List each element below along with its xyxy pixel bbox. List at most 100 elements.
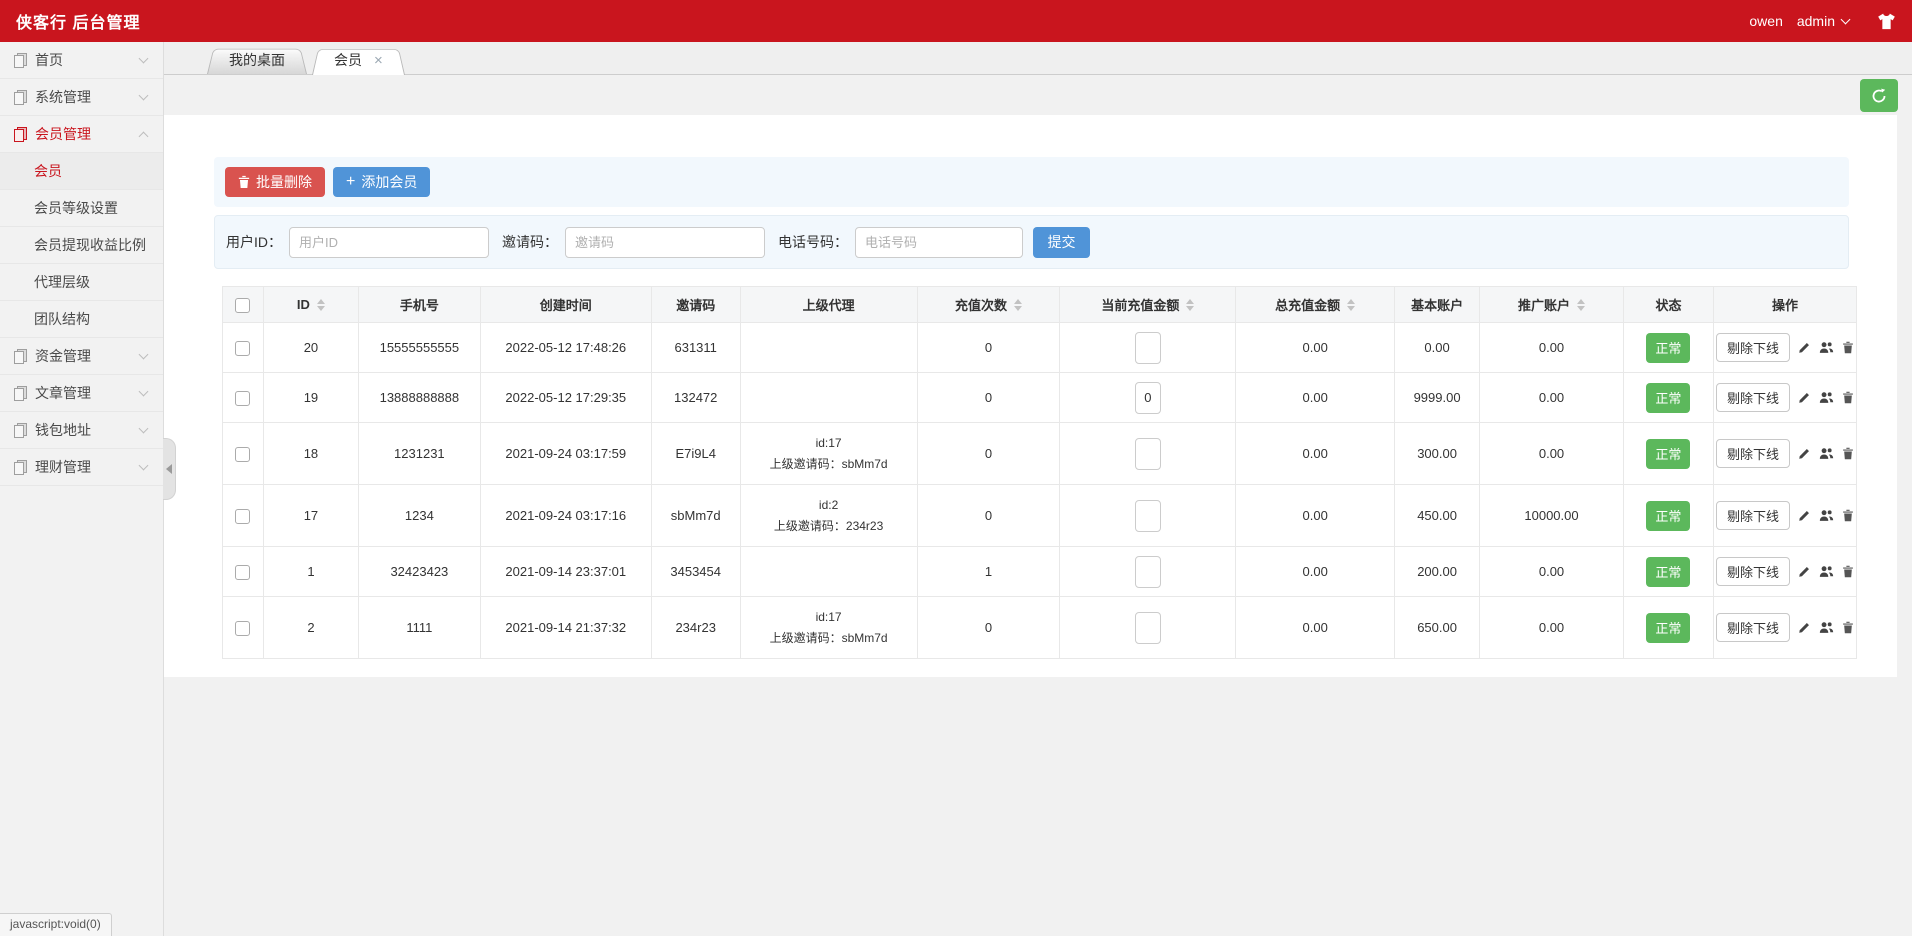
team-icon[interactable] — [1819, 621, 1834, 634]
edit-icon[interactable] — [1798, 447, 1811, 460]
remove-downline-button[interactable]: 剔除下线 — [1716, 439, 1790, 468]
submit-button[interactable]: 提交 — [1033, 227, 1090, 258]
delete-icon[interactable] — [1842, 341, 1854, 354]
column-header: 创建时间 — [480, 287, 651, 323]
cell-promo-account: 0.00 — [1480, 423, 1624, 485]
column-header: 推广账户 — [1480, 287, 1624, 323]
sort-icon[interactable] — [1014, 299, 1022, 311]
close-tab-icon[interactable]: × — [374, 53, 383, 68]
trash-icon — [238, 175, 250, 189]
current-recharge-input[interactable] — [1135, 438, 1161, 470]
add-member-button[interactable]: + 添加会员 — [333, 167, 430, 197]
edit-icon[interactable] — [1798, 621, 1811, 634]
remove-downline-button[interactable]: 剔除下线 — [1716, 613, 1790, 642]
delete-icon[interactable] — [1842, 509, 1854, 522]
cell-status: 正常 — [1623, 485, 1713, 547]
row-checkbox[interactable] — [235, 565, 250, 580]
remove-downline-button[interactable]: 剔除下线 — [1716, 501, 1790, 530]
cell-phone: 1234 — [358, 485, 480, 547]
phone-input[interactable] — [855, 227, 1023, 258]
chevron-down-icon — [139, 350, 149, 360]
sidebar-item[interactable]: 钱包地址 — [0, 412, 163, 449]
current-recharge-input[interactable] — [1135, 332, 1161, 364]
sidebar-item[interactable]: 首页 — [0, 42, 163, 79]
sidebar-item[interactable]: 会员提现收益比例 — [0, 227, 163, 264]
sort-icon[interactable] — [1347, 299, 1355, 311]
tab-my-desktop[interactable]: 我的桌面 — [207, 45, 307, 74]
delete-icon[interactable] — [1842, 447, 1854, 460]
sidebar-collapse-handle[interactable] — [163, 438, 176, 500]
select-all-checkbox[interactable] — [235, 298, 250, 313]
edit-icon[interactable] — [1798, 565, 1811, 578]
sidebar-item[interactable]: 系统管理 — [0, 79, 163, 116]
current-recharge-input[interactable] — [1135, 556, 1161, 588]
team-icon[interactable] — [1819, 565, 1834, 578]
sidebar-item[interactable]: 资金管理 — [0, 338, 163, 375]
current-recharge-input[interactable] — [1135, 500, 1161, 532]
status-button[interactable]: 正常 — [1646, 501, 1690, 531]
bulk-delete-button[interactable]: 批量删除 — [225, 167, 325, 197]
invite-code-input[interactable] — [565, 227, 765, 258]
team-icon[interactable] — [1819, 341, 1834, 354]
cell-actions: 剔除下线 — [1713, 423, 1856, 485]
sidebar-item[interactable]: 会员管理 — [0, 116, 163, 153]
team-icon[interactable] — [1819, 509, 1834, 522]
edit-icon[interactable] — [1798, 391, 1811, 404]
refresh-button[interactable] — [1860, 79, 1898, 112]
sort-icon[interactable] — [317, 299, 325, 311]
status-button[interactable]: 正常 — [1646, 333, 1690, 363]
row-checkbox[interactable] — [235, 621, 250, 636]
remove-downline-button[interactable]: 剔除下线 — [1716, 383, 1790, 412]
cell-current-recharge — [1060, 547, 1236, 597]
cell-parent-agent — [740, 547, 917, 597]
cell-phone: 1231231 — [358, 423, 480, 485]
toolbar-panel: 批量删除 + 添加会员 — [214, 157, 1849, 207]
cell-promo-account: 0.00 — [1480, 373, 1624, 423]
remove-downline-button[interactable]: 剔除下线 — [1716, 557, 1790, 586]
sidebar-item[interactable]: 会员 — [0, 153, 163, 190]
status-button[interactable]: 正常 — [1646, 557, 1690, 587]
table-row: 20155555555552022-05-12 17:48:2663131100… — [223, 323, 1857, 373]
team-icon[interactable] — [1819, 447, 1834, 460]
admin-dropdown[interactable]: admin — [1797, 13, 1849, 29]
column-header: 基本账户 — [1395, 287, 1480, 323]
cell-promo-account: 0.00 — [1480, 597, 1624, 659]
status-button[interactable]: 正常 — [1646, 383, 1690, 413]
sidebar-item[interactable]: 会员等级设置 — [0, 190, 163, 227]
sidebar-item[interactable]: 团队结构 — [0, 301, 163, 338]
sort-icon[interactable] — [1186, 299, 1194, 311]
menu-icon — [14, 423, 27, 438]
status-button[interactable]: 正常 — [1646, 613, 1690, 643]
tab-member[interactable]: 会员 × — [312, 45, 405, 75]
remove-downline-button[interactable]: 剔除下线 — [1716, 333, 1790, 362]
cell-checkbox — [223, 323, 264, 373]
edit-icon[interactable] — [1798, 341, 1811, 354]
username-link[interactable]: owen — [1749, 13, 1782, 29]
column-header — [223, 287, 264, 323]
delete-icon[interactable] — [1842, 621, 1854, 634]
row-checkbox[interactable] — [235, 509, 250, 524]
cell-phone: 13888888888 — [358, 373, 480, 423]
sidebar-item[interactable]: 文章管理 — [0, 375, 163, 412]
sidebar-item[interactable]: 代理层级 — [0, 264, 163, 301]
row-checkbox[interactable] — [235, 447, 250, 462]
sort-icon[interactable] — [1577, 299, 1585, 311]
user-id-input[interactable] — [289, 227, 489, 258]
cell-invite-code: sbMm7d — [651, 485, 740, 547]
edit-icon[interactable] — [1798, 509, 1811, 522]
chevron-up-icon — [139, 132, 149, 142]
team-icon[interactable] — [1819, 391, 1834, 404]
plus-icon: + — [346, 174, 355, 190]
current-recharge-input[interactable] — [1135, 612, 1161, 644]
skin-theme-icon[interactable] — [1877, 13, 1896, 30]
cell-base-account: 300.00 — [1395, 423, 1480, 485]
delete-icon[interactable] — [1842, 391, 1854, 404]
row-checkbox[interactable] — [235, 391, 250, 406]
row-checkbox[interactable] — [235, 341, 250, 356]
delete-icon[interactable] — [1842, 565, 1854, 578]
column-header: 状态 — [1623, 287, 1713, 323]
cell-status: 正常 — [1623, 547, 1713, 597]
sidebar-item[interactable]: 理财管理 — [0, 449, 163, 486]
status-button[interactable]: 正常 — [1646, 439, 1690, 469]
current-recharge-input[interactable] — [1135, 382, 1161, 414]
